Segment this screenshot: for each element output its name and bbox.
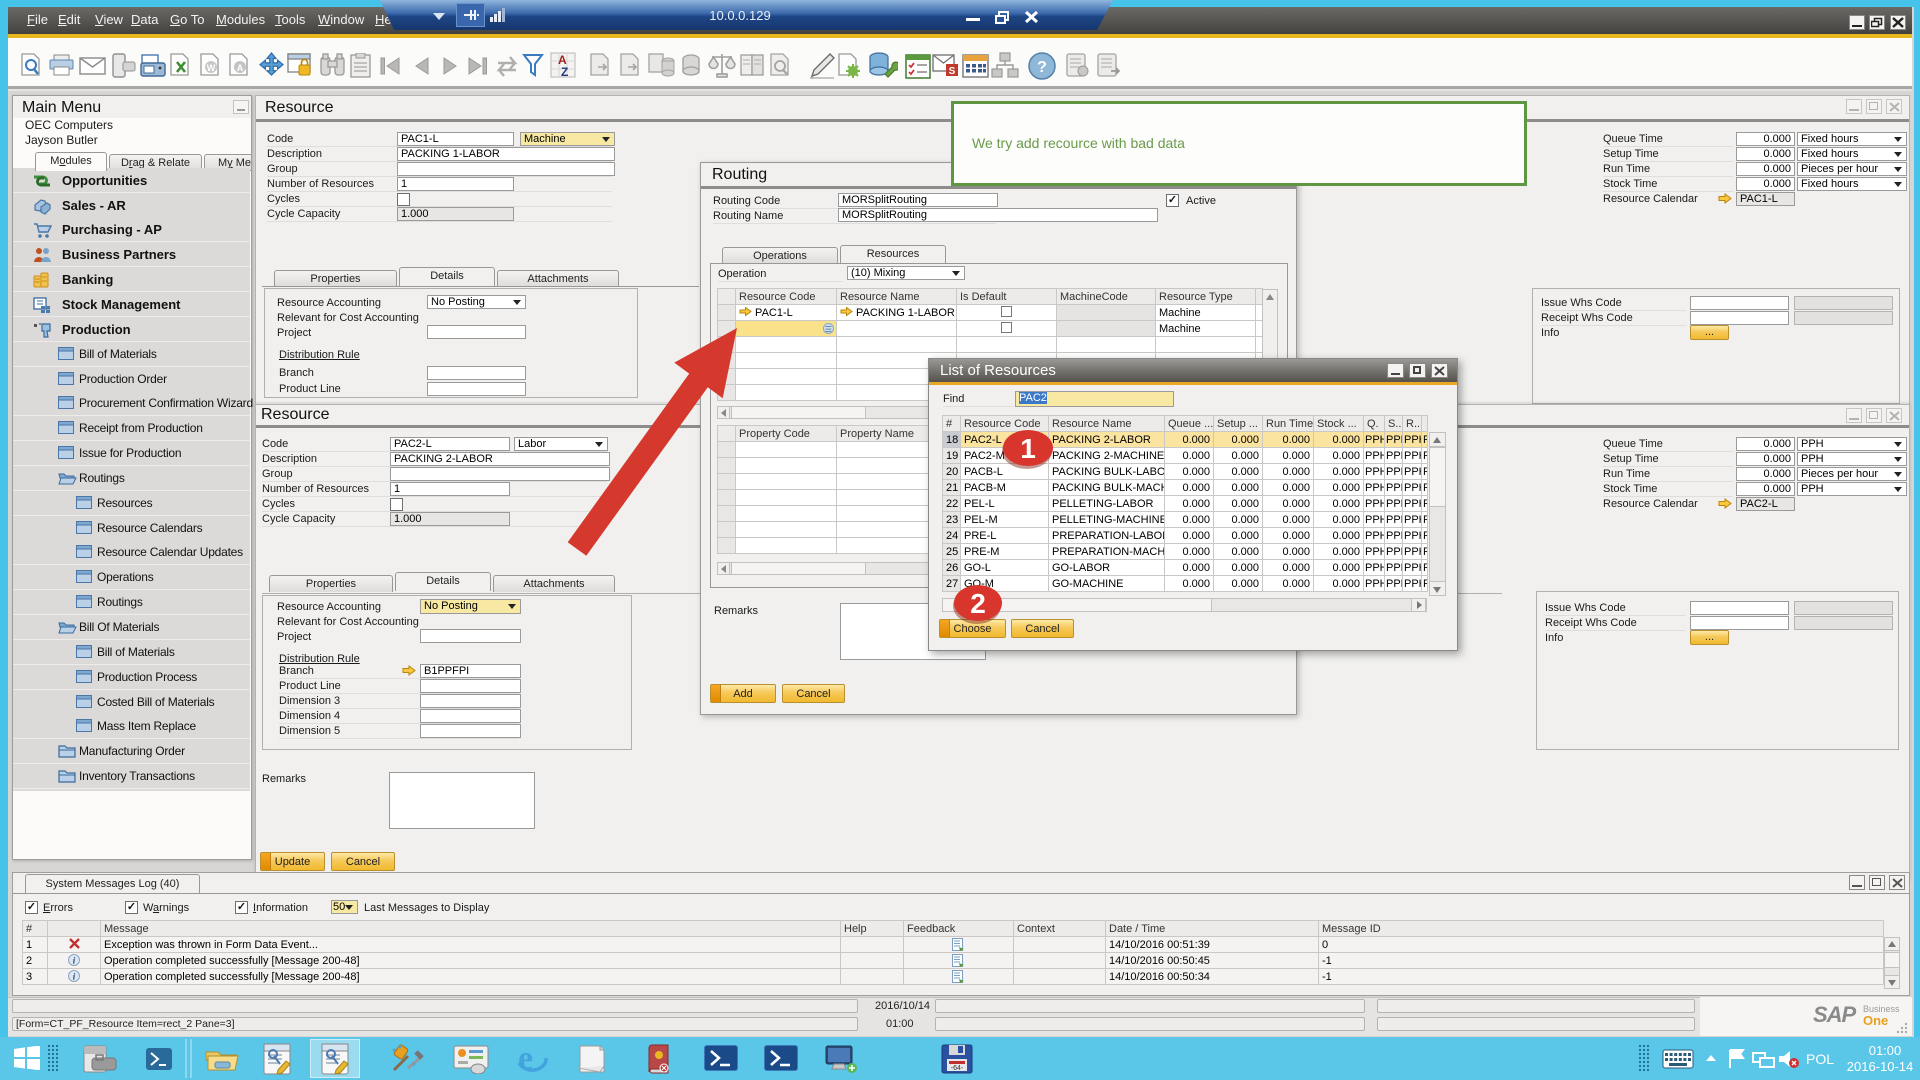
svg-text:2: 2 [970, 588, 986, 619]
svg-text:1: 1 [1020, 433, 1036, 464]
svg-text:-64-: -64- [951, 1065, 964, 1072]
